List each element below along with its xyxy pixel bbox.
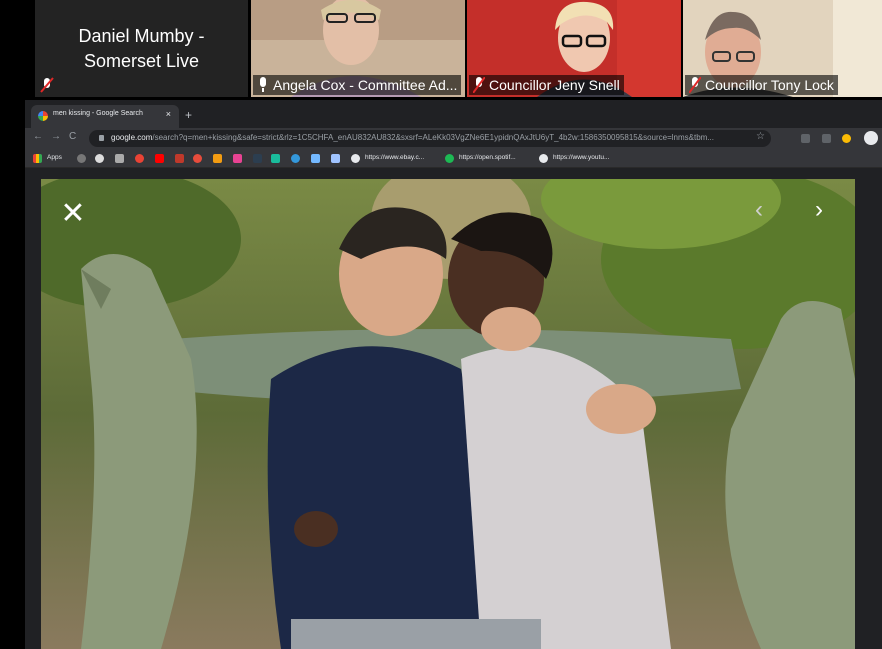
tab-title: men kissing - Google Search (53, 110, 143, 117)
bookmark-star-icon[interactable]: ☆ (756, 131, 765, 142)
participant-name-line2: Somerset Live (83, 50, 200, 71)
new-tab-button[interactable]: + (185, 108, 192, 122)
participant-label: Councillor Jeny Snell (469, 75, 624, 95)
muted-mic-icon (473, 77, 485, 93)
bookmark-icon[interactable] (233, 154, 242, 163)
bookmark-icon[interactable] (311, 154, 320, 163)
participant-tile-tony[interactable]: Councillor Tony Lock (683, 0, 882, 97)
muted-mic-icon (689, 77, 701, 93)
bookmark-icon[interactable] (253, 154, 262, 163)
address-bar[interactable]: google.com/search?q=men+kissing&safe=str… (89, 130, 771, 147)
lock-icon (99, 135, 104, 141)
participant-name: Angela Cox - Committee Ad... (273, 77, 458, 93)
participant-label: Angela Cox - Committee Ad... (253, 75, 462, 95)
browser-toolbar: ← → C google.com/search?q=men+kissing&sa… (25, 128, 882, 150)
participant-name-line1: Daniel Mumby - (78, 25, 205, 46)
apps-grid-icon[interactable] (33, 154, 42, 163)
url-host: google.com (111, 133, 153, 142)
bookmarks-bar: Apps https://www.ebay.c... https://open.… (25, 150, 882, 168)
back-button[interactable]: ← (33, 131, 43, 142)
bookmark-icon[interactable] (135, 154, 144, 163)
bookmark-apps[interactable]: Apps (47, 154, 62, 161)
tab-strip: men kissing - Google Search × + (25, 100, 882, 128)
participant-tile-angela[interactable]: Angela Cox - Committee Ad... (251, 0, 465, 97)
google-favicon-icon (38, 111, 48, 121)
extension-icon[interactable] (822, 134, 831, 143)
profile-avatar[interactable] (864, 131, 878, 145)
participant-label: Councillor Tony Lock (685, 75, 838, 95)
extension-icon[interactable] (842, 134, 851, 143)
youtube-bookmark-icon[interactable] (155, 154, 164, 163)
bookmark-icon[interactable] (271, 154, 280, 163)
bookmark-icon[interactable] (115, 154, 124, 163)
close-icon[interactable]: ✕ (57, 198, 89, 230)
bookmark-icon[interactable] (331, 154, 340, 163)
forward-button[interactable]: → (51, 131, 61, 142)
participant-tile-daniel[interactable]: Daniel Mumby - Somerset Live (35, 0, 248, 97)
bookmark-icon[interactable] (291, 154, 300, 163)
participant-name-card: Daniel Mumby - Somerset Live (35, 0, 248, 97)
chevron-right-icon[interactable]: › (815, 198, 839, 222)
url-path: /search?q=men+kissing&safe=strict&rlz=1C… (152, 133, 714, 142)
bookmark-icon[interactable] (193, 154, 202, 163)
participant-tile-jeny[interactable]: Councillor Jeny Snell (467, 0, 681, 97)
bookmark-icon[interactable] (175, 154, 184, 163)
mic-icon (260, 77, 266, 92)
globe-icon[interactable] (539, 154, 548, 163)
bookmark-icon[interactable] (77, 154, 86, 163)
bookmark-youtube[interactable]: https://www.youtu... (553, 154, 609, 161)
browser-tab[interactable]: men kissing - Google Search × (31, 105, 179, 128)
image-viewer: ✕ ‹ › (25, 168, 882, 649)
muted-mic-icon (37, 75, 57, 95)
preview-image (41, 179, 855, 649)
chevron-left-icon[interactable]: ‹ (755, 198, 779, 222)
bookmark-icon[interactable] (213, 154, 222, 163)
globe-icon[interactable] (351, 154, 360, 163)
google-bookmark-icon[interactable] (95, 154, 104, 163)
extension-icon[interactable] (801, 134, 810, 143)
bookmark-spotify[interactable]: https://open.spotif... (459, 154, 516, 161)
shared-screen: men kissing - Google Search × + ← → C go… (25, 100, 882, 649)
reload-button[interactable]: C (69, 131, 76, 142)
participant-name: Councillor Tony Lock (705, 77, 834, 93)
tab-close-icon[interactable]: × (166, 109, 171, 119)
spotify-icon[interactable] (445, 154, 454, 163)
participant-name: Councillor Jeny Snell (489, 77, 620, 93)
bookmark-ebay[interactable]: https://www.ebay.c... (365, 154, 424, 161)
